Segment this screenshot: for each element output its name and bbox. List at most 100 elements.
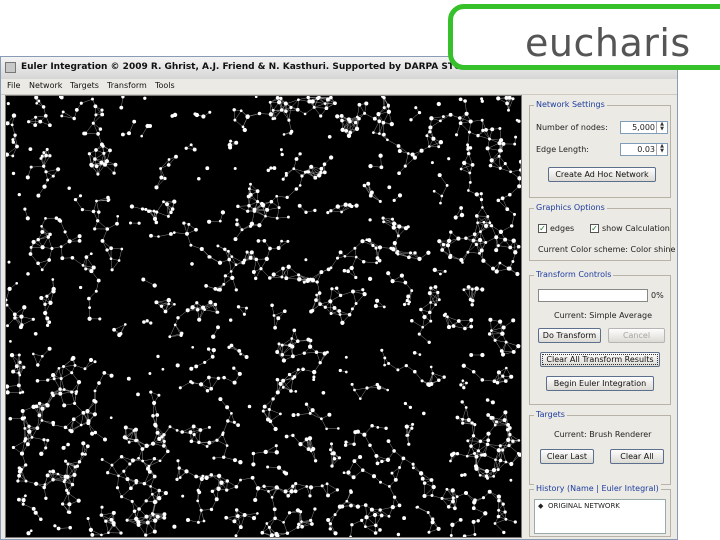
network-node: [300, 174, 304, 178]
network-node: [264, 256, 269, 262]
cancel-button[interactable]: Cancel: [608, 328, 665, 343]
num-nodes-spinner[interactable]: 5,000 ▲ ▼: [620, 121, 668, 134]
edges-checkbox[interactable]: ✓: [538, 224, 547, 233]
network-node: [397, 193, 403, 198]
network-node: [319, 170, 323, 175]
network-node: [262, 484, 266, 488]
history-list[interactable]: ◆ ORIGINAL NETWORK: [534, 499, 666, 534]
spinner-arrows-icon[interactable]: ▲ ▼: [656, 144, 667, 155]
network-node: [431, 371, 435, 375]
network-node: [273, 516, 277, 521]
menu-transform[interactable]: Transform: [107, 81, 147, 90]
network-node: [469, 324, 474, 329]
network-node: [501, 141, 506, 146]
network-node: [256, 200, 260, 204]
network-node: [132, 509, 137, 513]
network-node: [90, 431, 95, 436]
clear-all-targets-button[interactable]: Clear All: [610, 449, 664, 464]
network-node: [112, 171, 116, 175]
network-node: [511, 260, 515, 263]
network-node: [320, 484, 324, 488]
show-calculation-checkbox[interactable]: ✓: [590, 224, 599, 233]
network-node: [332, 457, 337, 461]
network-node: [396, 234, 400, 238]
menu-file[interactable]: File: [7, 81, 20, 90]
network-node: [94, 148, 98, 152]
clear-last-button[interactable]: Clear Last: [540, 449, 594, 464]
clear-all-transform-button[interactable]: Clear All Transform Results: [540, 352, 660, 367]
network-canvas[interactable]: [5, 95, 522, 538]
network-node: [339, 114, 344, 118]
network-node: [11, 171, 16, 176]
network-node: [279, 96, 283, 101]
network-node: [34, 115, 38, 119]
begin-euler-integration-button[interactable]: Begin Euler Integration: [546, 376, 654, 391]
network-node: [439, 119, 442, 123]
history-item[interactable]: ORIGINAL NETWORK: [548, 502, 620, 510]
menu-targets[interactable]: Targets: [70, 81, 99, 90]
network-node: [51, 469, 56, 474]
network-node: [369, 193, 373, 197]
menu-tools[interactable]: Tools: [155, 81, 175, 90]
network-node: [480, 118, 484, 122]
network-node: [497, 498, 501, 503]
network-node: [277, 342, 281, 346]
network-node: [199, 246, 204, 252]
network-node: [277, 206, 281, 210]
create-network-button[interactable]: Create Ad Hoc Network: [548, 167, 656, 182]
network-node: [268, 100, 272, 104]
network-node: [390, 504, 395, 510]
network-node: [251, 516, 257, 521]
network-node: [106, 471, 110, 475]
network-graph[interactable]: [6, 96, 521, 537]
network-node: [265, 207, 270, 212]
network-node: [103, 437, 107, 442]
menu-network[interactable]: Network: [29, 81, 62, 90]
network-node: [286, 215, 290, 219]
network-node: [349, 535, 352, 537]
network-node: [73, 363, 77, 367]
network-node: [440, 248, 445, 252]
do-transform-button[interactable]: Do Transform: [538, 328, 601, 343]
network-node: [233, 458, 237, 463]
network-node: [213, 287, 218, 291]
network-node: [192, 433, 196, 437]
network-node: [422, 481, 427, 485]
network-node: [304, 210, 308, 214]
edge-length-spinner[interactable]: 0.03 ▲ ▼: [620, 143, 668, 156]
network-node: [467, 130, 471, 134]
network-node: [31, 506, 36, 511]
network-node: [66, 442, 70, 447]
network-node: [127, 440, 131, 444]
network-node: [342, 268, 347, 273]
network-node: [397, 149, 402, 153]
network-node: [145, 520, 150, 525]
network-node: [440, 496, 444, 500]
network-node: [504, 517, 508, 521]
network-node: [36, 261, 40, 266]
network-node: [166, 163, 171, 167]
network-node: [478, 237, 483, 243]
network-node: [498, 148, 503, 153]
network-node: [425, 134, 429, 138]
network-node: [506, 266, 511, 271]
network-node: [198, 382, 204, 387]
network-node: [350, 523, 354, 527]
network-node: [350, 307, 354, 311]
network-node: [247, 404, 252, 409]
network-node: [318, 302, 322, 306]
network-node: [189, 143, 193, 147]
network-node: [195, 301, 199, 305]
network-node: [31, 239, 36, 245]
network-node: [381, 120, 386, 125]
network-node: [124, 436, 128, 440]
network-node: [123, 323, 127, 326]
network-node: [458, 116, 462, 120]
network-node: [305, 278, 310, 283]
network-node: [462, 160, 467, 166]
spinner-arrows-icon[interactable]: ▲ ▼: [656, 122, 667, 133]
network-node: [96, 172, 100, 176]
network-node: [61, 110, 65, 114]
network-node: [115, 486, 120, 490]
network-node: [456, 319, 461, 323]
